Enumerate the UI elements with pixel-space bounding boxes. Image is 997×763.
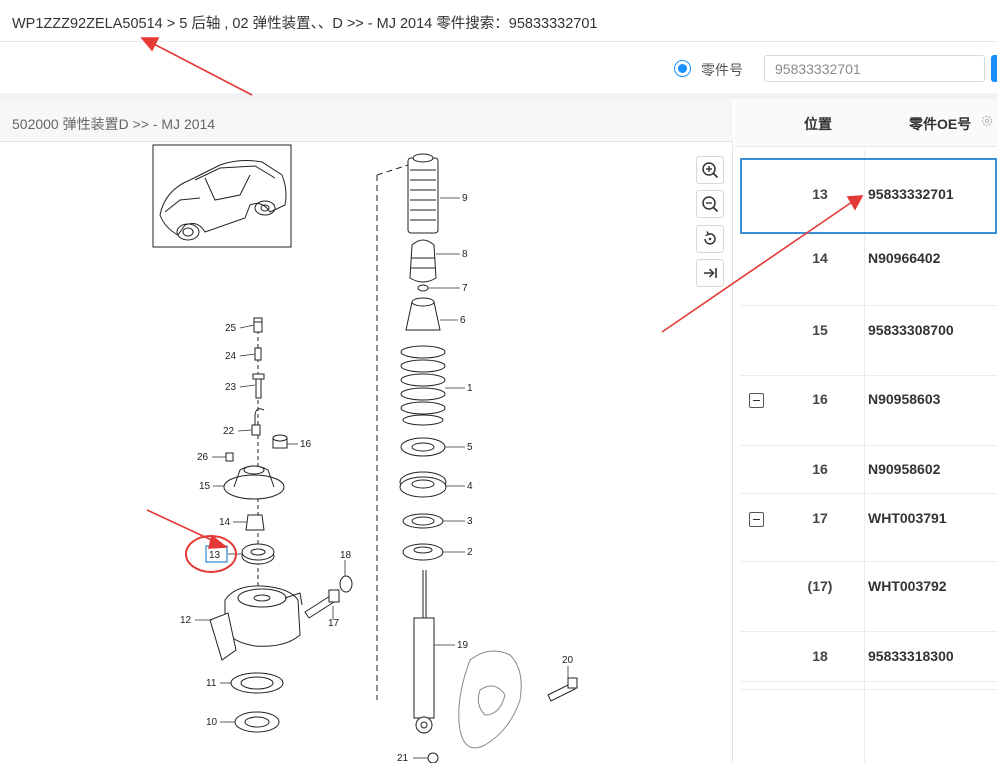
panel-title: 502000 弹性装置D >> - MJ 2014 <box>12 116 216 132</box>
part-6[interactable] <box>405 297 441 331</box>
part-13[interactable] <box>241 543 275 565</box>
callout-20[interactable]: 20 <box>562 655 574 666</box>
part-19[interactable] <box>413 570 435 734</box>
callout-9[interactable]: 9 <box>462 193 468 204</box>
exploded-parts-diagram[interactable]: 9 8 7 6 1 5 4 3 2 19 20 21 25 24 23 22 1… <box>0 143 733 763</box>
oe-number-cell[interactable]: WHT003792 <box>868 578 947 594</box>
part-8[interactable] <box>409 239 437 283</box>
callout-14[interactable]: 14 <box>219 517 231 528</box>
callout-11[interactable]: 11 <box>206 678 217 689</box>
callout-23[interactable]: 23 <box>225 382 237 393</box>
table-row[interactable]: 17 WHT003791 <box>740 494 997 562</box>
part-26[interactable] <box>225 452 234 462</box>
callout-25[interactable]: 25 <box>225 323 237 334</box>
reset-icon <box>704 231 716 245</box>
oe-number-cell[interactable]: 95833318300 <box>868 648 954 664</box>
zoom-in-icon <box>702 162 719 179</box>
part-17[interactable] <box>304 589 340 619</box>
callout-16[interactable]: 16 <box>300 439 312 450</box>
part-7[interactable] <box>417 284 429 292</box>
callout-1[interactable]: 1 <box>467 383 473 394</box>
selected-row-highlight <box>740 158 997 234</box>
part-2[interactable] <box>402 543 444 561</box>
position-cell: 17 <box>812 510 828 526</box>
position-cell: 18 <box>812 648 828 664</box>
table-row[interactable]: 18 95833318300 <box>740 632 997 682</box>
oe-number-cell[interactable]: WHT003791 <box>868 510 947 526</box>
radio-label: 零件号 <box>701 62 743 78</box>
collapse-panel-button[interactable] <box>696 259 724 287</box>
position-cell: 16 <box>812 461 828 477</box>
callout-5[interactable]: 5 <box>467 442 473 453</box>
part-14[interactable] <box>245 514 265 531</box>
collapse-row-button[interactable] <box>749 512 764 527</box>
part-25[interactable] <box>253 317 263 333</box>
part-18[interactable] <box>339 575 353 593</box>
callout-6[interactable]: 6 <box>460 315 466 326</box>
callout-8[interactable]: 8 <box>462 249 468 260</box>
callout-22[interactable]: 22 <box>223 426 235 437</box>
column-header-oe-number[interactable]: 零件OE号 <box>909 114 971 134</box>
callout-15[interactable]: 15 <box>199 481 211 492</box>
zoom-out-button[interactable] <box>696 190 724 218</box>
search-input[interactable] <box>764 55 985 82</box>
table-row[interactable]: 16 N90958603 <box>740 376 997 446</box>
reset-button[interactable] <box>696 225 724 253</box>
collapse-right-icon <box>704 268 717 278</box>
part-3[interactable] <box>402 513 444 529</box>
callout-17[interactable]: 17 <box>328 618 340 629</box>
part-11[interactable] <box>230 672 284 694</box>
table-body: 13 95833332701 14 N90966402 15 958333087… <box>740 150 997 763</box>
table-row-partial <box>740 682 997 690</box>
callout-2[interactable]: 2 <box>467 547 473 558</box>
table-header: 位置 零件OE号 <box>735 99 997 147</box>
callout-10[interactable]: 10 <box>206 717 218 728</box>
top-bar: WP1ZZZ92ZELA50514 > 5 后轴 , 02 弹性装置、、D >>… <box>0 0 997 42</box>
part-4[interactable] <box>399 471 447 498</box>
position-cell: 16 <box>812 391 828 407</box>
settings-icon[interactable] <box>981 114 993 128</box>
collapse-row-button[interactable] <box>749 393 764 408</box>
callout-4[interactable]: 4 <box>467 481 473 492</box>
part-10[interactable] <box>234 711 280 733</box>
part-5[interactable] <box>400 437 446 457</box>
part-21[interactable] <box>427 752 439 763</box>
column-header-position[interactable]: 位置 <box>804 114 832 134</box>
callout-24[interactable]: 24 <box>225 351 237 362</box>
part-24[interactable] <box>254 347 262 361</box>
callout-18[interactable]: 18 <box>340 550 352 561</box>
table-row[interactable]: (17) WHT003792 <box>740 562 997 632</box>
part-number-radio[interactable] <box>674 60 691 77</box>
callout-26[interactable]: 26 <box>197 452 209 463</box>
position-cell: 15 <box>812 322 828 338</box>
breadcrumb: WP1ZZZ92ZELA50514 > 5 后轴 , 02 弹性装置、、D >>… <box>12 16 598 32</box>
oe-number-cell[interactable]: N90966402 <box>868 250 940 266</box>
zoom-out-icon <box>702 196 719 213</box>
wheel-carrier <box>458 650 522 749</box>
zoom-in-button[interactable] <box>696 156 724 184</box>
callout-21[interactable]: 21 <box>397 753 409 763</box>
callout-7[interactable]: 7 <box>462 283 468 294</box>
table-row[interactable]: 16 N90958602 <box>740 446 997 494</box>
callout-12[interactable]: 12 <box>180 615 192 626</box>
callout-13[interactable]: 13 <box>209 550 221 561</box>
position-cell: (17) <box>807 578 833 594</box>
table-row[interactable]: 14 N90966402 <box>740 234 997 306</box>
callout-19[interactable]: 19 <box>457 640 469 651</box>
part-23[interactable] <box>252 373 265 399</box>
position-cell: 14 <box>812 250 828 266</box>
part-9[interactable] <box>407 153 439 234</box>
part-1[interactable] <box>400 345 446 426</box>
part-16[interactable] <box>272 434 288 449</box>
oe-number-cell[interactable]: N90958603 <box>868 391 940 407</box>
part-15[interactable] <box>223 465 285 500</box>
callout-3[interactable]: 3 <box>467 516 473 527</box>
search-button[interactable] <box>991 55 997 82</box>
vehicle-thumbnail <box>152 144 292 248</box>
part-20[interactable] <box>547 677 578 702</box>
part-12[interactable] <box>209 585 303 661</box>
table-row[interactable]: 15 95833308700 <box>740 306 997 376</box>
oe-number-cell[interactable]: N90958602 <box>868 461 940 477</box>
oe-number-cell[interactable]: 95833308700 <box>868 322 954 338</box>
